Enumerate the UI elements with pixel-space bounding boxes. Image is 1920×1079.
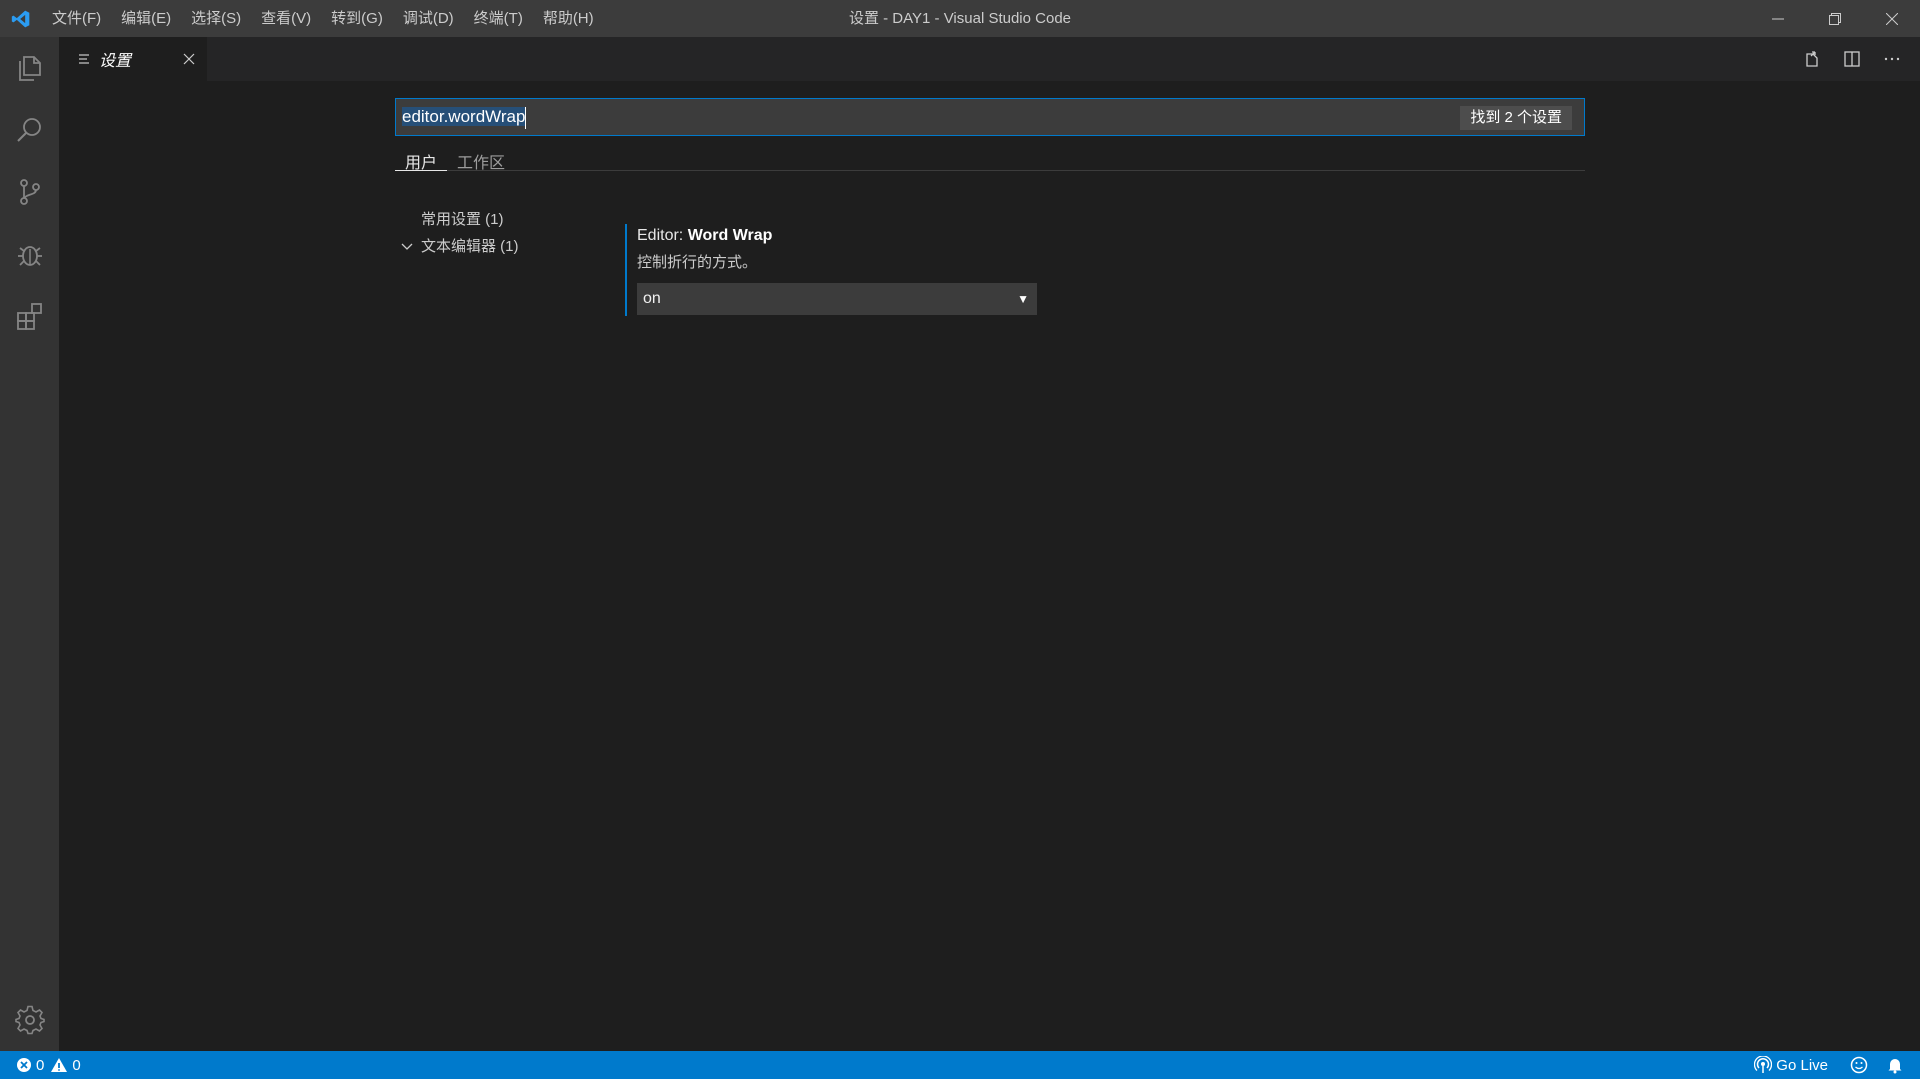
status-bar: 0 0 Go Live bbox=[0, 1051, 1920, 1079]
menu-go[interactable]: 转到(G) bbox=[321, 0, 393, 37]
menu-debug[interactable]: 调试(D) bbox=[393, 0, 464, 37]
title-bar: 文件(F) 编辑(E) 选择(S) 查看(V) 转到(G) 调试(D) 终端(T… bbox=[0, 0, 1920, 37]
restore-icon bbox=[1828, 12, 1841, 25]
split-editor-button[interactable] bbox=[1832, 37, 1872, 81]
warning-icon bbox=[51, 1058, 68, 1072]
manage-button[interactable] bbox=[0, 989, 59, 1051]
error-count: 0 bbox=[36, 1056, 45, 1074]
files-icon bbox=[18, 56, 41, 81]
vscode-logo-icon bbox=[0, 0, 42, 37]
search-icon bbox=[16, 118, 41, 142]
smiley-icon bbox=[1850, 1056, 1868, 1074]
open-file-icon bbox=[1806, 51, 1818, 67]
toc-item-label: 常用设置 (1) bbox=[421, 211, 504, 228]
status-right: Go Live bbox=[1754, 1051, 1904, 1079]
error-icon bbox=[17, 1058, 31, 1072]
ellipsis-icon bbox=[1884, 57, 1900, 61]
settings-editor: editor.wordWrap 找到 2 个设置 用户 工作区 常用设置 (1)… bbox=[59, 81, 1920, 1051]
settings-scope-tabs: 用户 工作区 bbox=[395, 141, 1585, 172]
menu-help[interactable]: 帮助(H) bbox=[533, 0, 604, 37]
open-settings-json-button[interactable] bbox=[1792, 37, 1832, 81]
select-value: on bbox=[643, 290, 661, 307]
close-icon bbox=[183, 53, 195, 65]
gear-icon bbox=[14, 1005, 45, 1035]
feedback-button[interactable] bbox=[1850, 1056, 1868, 1074]
dropdown-arrow-icon: ▼ bbox=[1017, 292, 1029, 306]
go-live-button[interactable]: Go Live bbox=[1754, 1056, 1828, 1074]
minimize-button[interactable] bbox=[1749, 0, 1806, 37]
tab-workspace[interactable]: 工作区 bbox=[447, 141, 515, 172]
debug-bug-icon bbox=[17, 246, 42, 266]
editor-tabs: 设置 bbox=[59, 37, 1920, 81]
tab-user[interactable]: 用户 bbox=[395, 141, 448, 172]
setting-description: 控制折行的方式。 bbox=[637, 254, 758, 271]
setting-category: Editor: bbox=[637, 227, 688, 244]
activity-bar bbox=[0, 37, 59, 1051]
settings-search-box[interactable]: editor.wordWrap 找到 2 个设置 bbox=[395, 98, 1585, 136]
go-live-label: Go Live bbox=[1776, 1056, 1828, 1074]
explorer-button[interactable] bbox=[0, 37, 59, 99]
window-controls bbox=[1749, 0, 1920, 37]
split-editor-icon bbox=[1844, 51, 1860, 67]
status-left: 0 0 bbox=[16, 1051, 87, 1079]
notifications-button[interactable] bbox=[1886, 1056, 1904, 1074]
debug-button[interactable] bbox=[0, 223, 59, 285]
more-actions-button[interactable] bbox=[1872, 37, 1912, 81]
search-button[interactable] bbox=[0, 99, 59, 161]
source-control-button[interactable] bbox=[0, 161, 59, 223]
chevron-down-icon bbox=[401, 243, 413, 250]
source-control-icon bbox=[19, 179, 40, 205]
menu-bar: 文件(F) 编辑(E) 选择(S) 查看(V) 转到(G) 调试(D) 终端(T… bbox=[42, 0, 604, 37]
problems-indicator[interactable]: 0 0 bbox=[16, 1057, 81, 1074]
menu-selection[interactable]: 选择(S) bbox=[181, 0, 251, 37]
toc-item-label: 文本编辑器 (1) bbox=[421, 238, 519, 255]
settings-toc: 常用设置 (1) 文本编辑器 (1) bbox=[395, 206, 595, 260]
tab-settings[interactable]: 设置 bbox=[59, 37, 207, 81]
setting-name: Word Wrap bbox=[687, 227, 773, 244]
tab-close-button[interactable] bbox=[179, 49, 199, 69]
editor-actions bbox=[1792, 37, 1912, 81]
extensions-button[interactable] bbox=[0, 285, 59, 347]
settings-search-input[interactable]: editor.wordWrap bbox=[402, 99, 527, 135]
extensions-icon bbox=[16, 303, 42, 330]
menu-file[interactable]: 文件(F) bbox=[42, 0, 111, 37]
close-icon bbox=[1885, 12, 1898, 25]
close-window-button[interactable] bbox=[1863, 0, 1920, 37]
result-count-badge: 找到 2 个设置 bbox=[1460, 106, 1572, 130]
toc-item-text-editor[interactable]: 文本编辑器 (1) bbox=[395, 233, 595, 260]
restore-button[interactable] bbox=[1806, 0, 1863, 37]
menu-edit[interactable]: 编辑(E) bbox=[111, 0, 181, 37]
text-caret bbox=[525, 106, 527, 129]
toc-item-commonly-used[interactable]: 常用设置 (1) bbox=[395, 206, 595, 233]
settings-list-icon bbox=[79, 54, 89, 64]
search-text: editor.wordWrap bbox=[402, 107, 526, 126]
word-wrap-select[interactable]: on ▼ bbox=[637, 283, 1037, 315]
broadcast-icon bbox=[1754, 1056, 1773, 1073]
setting-word-wrap: Editor: Word Wrap 控制折行的方式。 on ▼ bbox=[625, 224, 1125, 316]
setting-title: Editor: Word Wrap bbox=[637, 227, 1125, 245]
warning-count: 0 bbox=[72, 1056, 81, 1074]
tab-label: 设置 bbox=[99, 53, 132, 70]
menu-view[interactable]: 查看(V) bbox=[251, 0, 321, 37]
menu-terminal[interactable]: 终端(T) bbox=[464, 0, 533, 37]
bell-icon bbox=[1888, 1059, 1902, 1074]
minimize-icon bbox=[1771, 18, 1784, 19]
